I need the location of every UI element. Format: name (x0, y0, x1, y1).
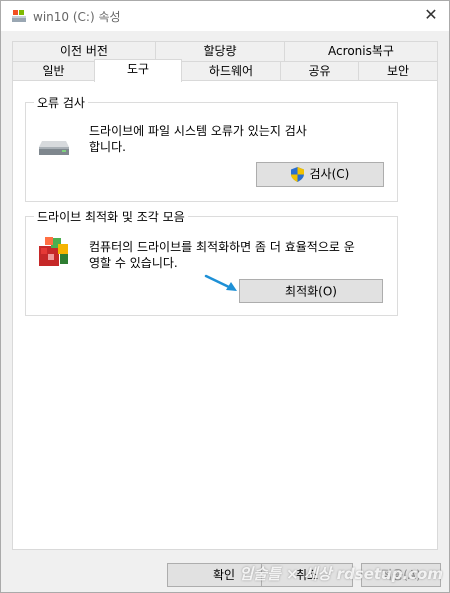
tab-acronis-recovery[interactable]: Acronis복구 (284, 41, 438, 61)
tab-general[interactable]: 일반 (12, 61, 95, 81)
optimize-button[interactable]: 최적화(O) (239, 279, 383, 303)
pointer-arrow-icon (204, 273, 240, 293)
optimize-description: 컴퓨터의 드라이브를 최적화하면 좀 더 효율적으로 운 영할 수 있습니다. (89, 240, 355, 270)
title-bar[interactable]: win10 (C:) 속성 ✕ (1, 1, 449, 31)
properties-window: win10 (C:) 속성 ✕ 이전 버전 할당량 Acronis복구 일반 도… (0, 0, 450, 593)
tab-security[interactable]: 보안 (358, 61, 438, 81)
close-icon: ✕ (424, 5, 438, 24)
tab-quota[interactable]: 할당량 (155, 41, 285, 61)
tab-sharing[interactable]: 공유 (280, 61, 359, 81)
error-check-title: 오류 검사 (34, 94, 88, 111)
check-button[interactable]: 검사(C) (256, 162, 384, 187)
drive-window-icon (11, 8, 27, 24)
drive-icon (38, 139, 70, 157)
close-button[interactable]: ✕ (419, 4, 443, 28)
shield-icon (290, 167, 304, 182)
error-check-description: 드라이브에 파일 시스템 오류가 있는지 검사 합니다. (89, 124, 307, 154)
defrag-icon (36, 234, 72, 270)
error-check-group: 오류 검사 드라이브에 파일 시스템 오류가 있는지 검사 합니다. 검사(C) (25, 94, 398, 202)
optimize-group: 드라이브 최적화 및 조각 모음 컴퓨터의 드라이브를 최적화하면 좀 더 효율… (25, 208, 398, 316)
tab-tools[interactable]: 도구 (94, 59, 182, 82)
cancel-button[interactable]: 취소 (261, 563, 353, 587)
tab-row-lower: 일반 도구 하드웨어 공유 보안 (12, 59, 438, 82)
optimize-title: 드라이브 최적화 및 조각 모음 (34, 208, 188, 225)
tools-tab-panel: 오류 검사 드라이브에 파일 시스템 오류가 있는지 검사 합니다. 검사(C)… (12, 80, 438, 550)
window-title: win10 (C:) 속성 (33, 10, 121, 24)
tab-row-upper: 이전 버전 할당량 Acronis복구 (12, 41, 438, 61)
tab-previous-versions[interactable]: 이전 버전 (12, 41, 156, 61)
apply-button[interactable]: 적용(A) (361, 563, 441, 587)
tab-hardware[interactable]: 하드웨어 (181, 61, 281, 81)
